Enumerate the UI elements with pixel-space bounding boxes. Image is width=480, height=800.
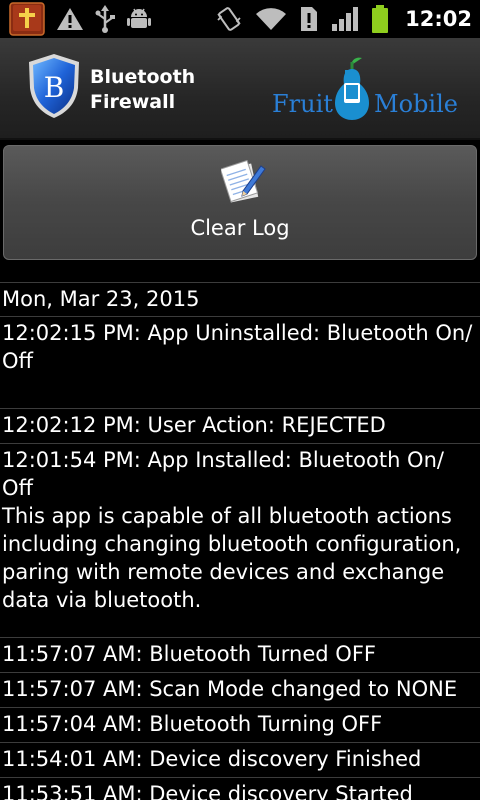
log-entry-text: 11:57:04 AM: Bluetooth Turning OFF xyxy=(2,712,383,736)
usb-icon xyxy=(94,4,116,34)
log-entry-description: This app is capable of all bluetooth act… xyxy=(2,504,462,612)
status-bar: 12:02 xyxy=(0,0,480,38)
vibrate-icon xyxy=(215,4,243,34)
status-clock: 12:02 xyxy=(405,7,472,31)
svg-text:B: B xyxy=(44,71,65,104)
clear-log-button[interactable]: Clear Log xyxy=(3,145,477,260)
bluetooth-firewall-logo-icon: B xyxy=(29,54,79,118)
log-entry-text: 12:02:15 PM: App Uninstalled: Bluetooth … xyxy=(2,321,473,373)
brand-word-mobile: Mobile xyxy=(374,90,458,118)
notification-icons xyxy=(8,2,152,36)
app-title-line2: Firewall xyxy=(90,91,176,113)
battery-icon xyxy=(371,4,389,34)
notepad-pencil-icon xyxy=(221,160,266,203)
log-date-header: Mon, Mar 23, 2015 xyxy=(0,282,480,316)
log-list: Mon, Mar 23, 2015 12:02:15 PM: App Unins… xyxy=(0,282,480,800)
wifi-icon xyxy=(255,4,287,34)
log-entry-text: 12:01:54 PM: App Installed: Bluetooth On… xyxy=(2,448,444,500)
log-entry[interactable]: 11:57:04 AM: Bluetooth Turning OFF xyxy=(0,707,480,742)
log-entry[interactable]: 12:02:15 PM: App Uninstalled: Bluetooth … xyxy=(0,316,480,408)
log-entry-text: 11:57:07 AM: Scan Mode changed to NONE xyxy=(2,677,458,701)
sim-alert-icon xyxy=(299,4,319,34)
log-entry-text: 12:02:12 PM: User Action: REJECTED xyxy=(2,413,386,437)
brand-word-fruit: Fruit xyxy=(272,90,333,118)
pear-icon xyxy=(335,57,369,120)
log-entry[interactable]: 12:01:54 PM: App Installed: Bluetooth On… xyxy=(0,443,480,637)
log-entry[interactable]: 12:02:12 PM: User Action: REJECTED xyxy=(0,408,480,443)
app-title: Bluetooth Firewall xyxy=(90,65,195,115)
clear-log-label: Clear Log xyxy=(190,216,290,240)
log-entry-text: 11:53:51 AM: Device discovery Started xyxy=(2,782,413,800)
bible-app-icon xyxy=(8,2,46,36)
signal-icon xyxy=(331,4,359,34)
log-entry-text: 11:57:07 AM: Bluetooth Turned OFF xyxy=(2,642,376,666)
log-entry[interactable]: 11:57:07 AM: Scan Mode changed to NONE xyxy=(0,672,480,707)
system-icons: 12:02 xyxy=(215,4,472,34)
app-title-line1: Bluetooth xyxy=(90,66,196,88)
android-debug-icon xyxy=(126,4,152,34)
app-header: B Bluetooth Firewall Fruit Mobile xyxy=(0,38,480,140)
log-entry[interactable]: 11:54:01 AM: Device discovery Finished xyxy=(0,742,480,777)
log-entry-text: 11:54:01 AM: Device discovery Finished xyxy=(2,747,422,771)
warning-icon xyxy=(56,4,84,34)
log-entry[interactable]: 11:53:51 AM: Device discovery Started xyxy=(0,777,480,800)
log-entry[interactable]: 11:57:07 AM: Bluetooth Turned OFF xyxy=(0,637,480,672)
fruit-mobile-logo: Fruit Mobile xyxy=(270,56,466,126)
